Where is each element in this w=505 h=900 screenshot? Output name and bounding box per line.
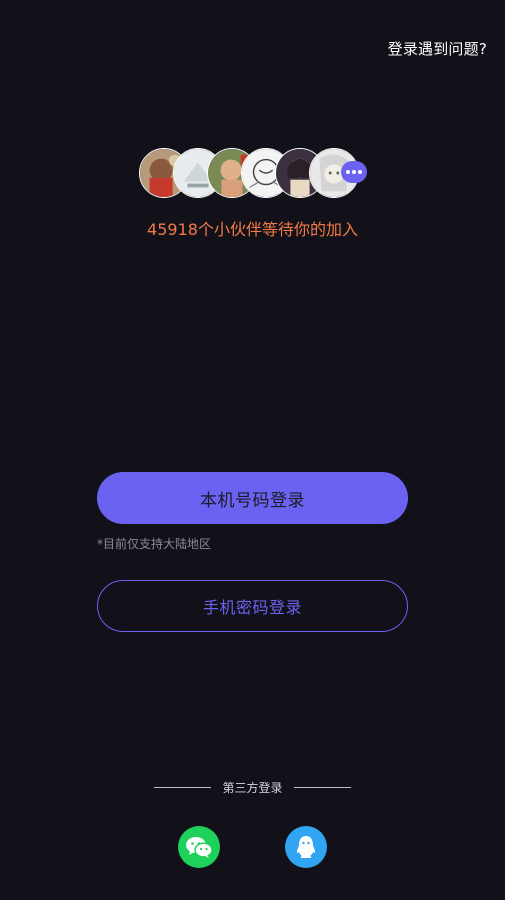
- third-party-divider: 第三方登录: [154, 778, 351, 796]
- third-party-label: 第三方登录: [222, 780, 283, 795]
- avatar-group: [139, 148, 379, 198]
- qq-login-button[interactable]: [285, 826, 327, 868]
- local-number-login-button[interactable]: 本机号码登录: [97, 472, 408, 524]
- more-dots-icon: [341, 161, 367, 183]
- wechat-login-button[interactable]: [178, 826, 220, 868]
- login-help-link[interactable]: 登录遇到问题?: [388, 38, 487, 59]
- divider-line: [154, 786, 211, 788]
- wechat-icon: [186, 837, 213, 858]
- region-note: *目前仅支持大陆地区: [97, 537, 212, 551]
- join-count-text: 45918个小伙伴等待你的加入: [147, 220, 358, 239]
- phone-password-login-button[interactable]: 手机密码登录: [97, 580, 408, 632]
- qq-icon: [297, 836, 315, 858]
- divider-line: [293, 786, 351, 788]
